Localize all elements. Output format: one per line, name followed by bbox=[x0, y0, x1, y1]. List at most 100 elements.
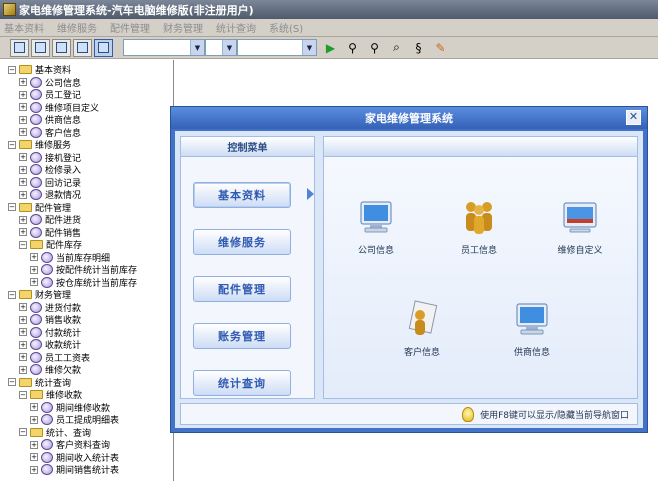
image-icon[interactable] bbox=[73, 38, 92, 57]
tree-leaf-node[interactable]: + 客户信息 bbox=[19, 126, 81, 139]
collapse-icon[interactable]: − bbox=[8, 378, 16, 386]
window-icon bbox=[563, 202, 597, 233]
close-icon[interactable]: ✕ bbox=[626, 110, 641, 125]
collapse-icon[interactable]: − bbox=[19, 428, 27, 436]
window-icon[interactable] bbox=[94, 38, 113, 57]
find-icon[interactable]: ⚲ bbox=[366, 39, 383, 56]
expand-icon[interactable]: + bbox=[19, 78, 27, 86]
tree-leaf-node[interactable]: + 退款情况 bbox=[19, 188, 81, 201]
tree-folder-node[interactable]: − 统计、查询 bbox=[19, 426, 91, 439]
lightbulb-icon bbox=[462, 406, 475, 422]
tree-leaf-node[interactable]: + 收款统计 bbox=[19, 338, 81, 351]
tree-leaf-node[interactable]: + 客户资料查询 bbox=[30, 438, 110, 451]
menu-button-basic[interactable]: 基本资料 bbox=[193, 182, 291, 208]
collapse-icon[interactable]: − bbox=[8, 203, 16, 211]
expand-icon[interactable]: + bbox=[30, 278, 38, 286]
collapse-icon[interactable]: − bbox=[8, 290, 16, 299]
tree-leaf-node[interactable]: + 公司信息 bbox=[19, 76, 81, 89]
menu-button-stats[interactable]: 统计查询 bbox=[193, 370, 291, 396]
expand-icon[interactable]: + bbox=[19, 90, 27, 99]
tree-leaf-node[interactable]: + 期间维修收款 bbox=[30, 401, 110, 414]
expand-icon[interactable]: + bbox=[19, 353, 27, 361]
pencil-icon[interactable]: ✎ bbox=[432, 39, 449, 56]
expand-icon[interactable]: + bbox=[30, 403, 38, 411]
tile-employee-info[interactable]: 员工信息 bbox=[439, 197, 519, 256]
menu-finance[interactable]: 财务管理 bbox=[163, 20, 203, 35]
expand-icon[interactable]: + bbox=[30, 465, 38, 474]
refresh-icon[interactable]: § bbox=[410, 39, 427, 56]
expand-icon[interactable]: + bbox=[19, 103, 27, 111]
tree-leaf-node[interactable]: + 员工提成明细表 bbox=[30, 413, 119, 426]
run-icon[interactable]: ▶ bbox=[322, 39, 339, 56]
tree-leaf-node[interactable]: + 接机登记 bbox=[19, 151, 81, 164]
expand-icon[interactable]: + bbox=[19, 315, 27, 324]
tree-leaf-node[interactable]: + 付款统计 bbox=[19, 326, 81, 339]
expand-icon[interactable]: + bbox=[19, 190, 27, 199]
tree-folder-node[interactable]: − 配件库存 bbox=[19, 238, 82, 251]
expand-icon[interactable]: + bbox=[19, 365, 27, 374]
tree-leaf-node[interactable]: + 销售收款 bbox=[19, 313, 81, 326]
expand-icon[interactable]: + bbox=[19, 178, 27, 186]
tree-leaf-node[interactable]: + 供商信息 bbox=[19, 113, 81, 126]
expand-icon[interactable]: + bbox=[19, 153, 27, 161]
tile-company-info[interactable]: 公司信息 bbox=[336, 197, 416, 256]
tree-folder-node[interactable]: − 维修收款 bbox=[19, 388, 82, 401]
tree-folder-node[interactable]: − 统计查询 bbox=[8, 376, 71, 389]
expand-icon[interactable]: + bbox=[30, 253, 38, 261]
collapse-icon[interactable]: − bbox=[19, 240, 27, 249]
zoom-icon[interactable]: ⌕ bbox=[388, 39, 405, 56]
menu-system[interactable]: 系统(S) bbox=[269, 20, 303, 35]
tree-leaf-node[interactable]: + 员工工资表 bbox=[19, 351, 90, 364]
tree-leaf-node[interactable]: + 进货付款 bbox=[19, 301, 81, 314]
expand-icon[interactable]: + bbox=[19, 340, 27, 349]
tree-leaf-node[interactable]: + 期间销售统计表 bbox=[30, 463, 119, 476]
document-icon[interactable] bbox=[52, 38, 71, 57]
item-icon bbox=[30, 301, 42, 313]
combo-box-2[interactable]: ▼ bbox=[205, 39, 237, 56]
tree-leaf-node[interactable]: + 配件进货 bbox=[19, 213, 81, 226]
tree-leaf-node[interactable]: + 当前库存明细 bbox=[30, 251, 110, 264]
expand-icon[interactable]: + bbox=[19, 128, 27, 136]
expand-icon[interactable]: + bbox=[30, 440, 38, 449]
tree-folder-node[interactable]: − 维修服务 bbox=[8, 138, 71, 151]
menu-repair[interactable]: 维修服务 bbox=[57, 20, 97, 35]
expand-icon[interactable]: + bbox=[19, 228, 27, 236]
expand-icon[interactable]: + bbox=[19, 328, 27, 336]
tree-view-icon[interactable] bbox=[10, 38, 29, 57]
tree-leaf-node[interactable]: + 员工登记 bbox=[19, 88, 81, 101]
collapse-icon[interactable]: − bbox=[19, 390, 27, 399]
tree-leaf-node[interactable]: + 按仓库统计当前库存 bbox=[30, 276, 137, 289]
tile-supplier-info[interactable]: 供商信息 bbox=[492, 299, 572, 358]
tree-folder-node[interactable]: − 财务管理 bbox=[8, 288, 71, 301]
expand-icon[interactable]: + bbox=[19, 165, 27, 174]
expand-icon[interactable]: + bbox=[30, 453, 38, 461]
tree-folder-node[interactable]: − 配件管理 bbox=[8, 201, 71, 214]
tree-leaf-node[interactable]: + 维修欠款 bbox=[19, 363, 81, 376]
menu-parts[interactable]: 配件管理 bbox=[110, 20, 150, 35]
tile-customer-info[interactable]: 客户信息 bbox=[382, 299, 462, 358]
tree-leaf-node[interactable]: + 按配件统计当前库存 bbox=[30, 263, 137, 276]
menu-stats[interactable]: 统计查询 bbox=[216, 20, 256, 35]
search-people-icon[interactable]: ⚲ bbox=[344, 39, 361, 56]
tree-folder-node[interactable]: − 基本资料 bbox=[8, 63, 71, 76]
collapse-icon[interactable]: − bbox=[8, 140, 16, 149]
collapse-icon[interactable]: − bbox=[8, 65, 16, 74]
menu-button-repair[interactable]: 维修服务 bbox=[193, 229, 291, 255]
list-view-icon[interactable] bbox=[31, 38, 50, 57]
expand-icon[interactable]: + bbox=[30, 415, 38, 424]
expand-icon[interactable]: + bbox=[19, 115, 27, 124]
menu-basic[interactable]: 基本资料 bbox=[4, 20, 44, 35]
tree-leaf-node[interactable]: + 维修项目定义 bbox=[19, 101, 99, 114]
tree-leaf-node[interactable]: + 检修录入 bbox=[19, 163, 81, 176]
tree-leaf-node[interactable]: + 回访记录 bbox=[19, 176, 81, 189]
menu-button-parts[interactable]: 配件管理 bbox=[193, 276, 291, 302]
tile-repair-custom[interactable]: 维修自定义 bbox=[540, 197, 620, 256]
expand-icon[interactable]: + bbox=[19, 303, 27, 311]
menu-button-accounts[interactable]: 账务管理 bbox=[193, 323, 291, 349]
expand-icon[interactable]: + bbox=[30, 265, 38, 274]
tree-leaf-node[interactable]: + 配件销售 bbox=[19, 226, 81, 239]
combo-box-3[interactable]: ▼ bbox=[237, 39, 317, 56]
tree-leaf-node[interactable]: + 期间收入统计表 bbox=[30, 451, 119, 464]
expand-icon[interactable]: + bbox=[19, 215, 27, 224]
combo-box-1[interactable]: ▼ bbox=[123, 39, 205, 56]
